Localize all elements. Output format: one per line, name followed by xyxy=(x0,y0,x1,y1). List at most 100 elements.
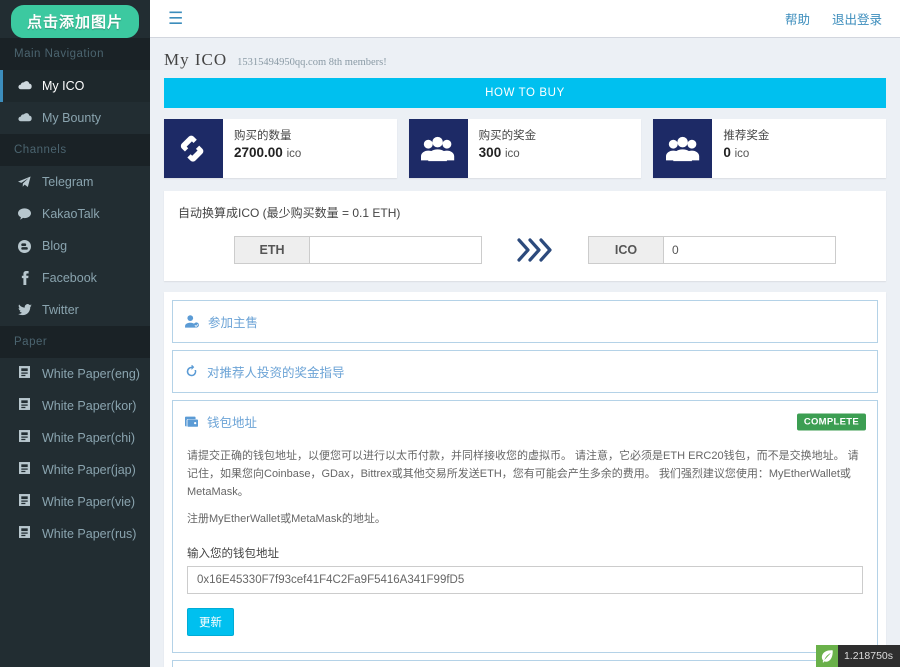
sidebar-item-facebook[interactable]: Facebook xyxy=(0,262,150,294)
page-title: My ICO xyxy=(164,50,228,69)
sidebar-item-kakaotalk[interactable]: KakaoTalk xyxy=(0,198,150,230)
ico-amount-input[interactable] xyxy=(663,236,836,264)
cloud-icon xyxy=(17,78,32,94)
panel-header-referral-bonus-guide[interactable]: 对推荐人投资的奖金指导 xyxy=(173,351,877,392)
sidebar-item-my-ico[interactable]: My ICO xyxy=(0,70,150,102)
panel-deposit-records: 充值记录 xyxy=(172,660,878,667)
sidebar-item-white-paper-kor[interactable]: White Paper(kor) xyxy=(0,390,150,422)
ico-input-group: ICO xyxy=(588,236,836,264)
stat-value: 2700.00 ico xyxy=(234,145,301,162)
users-icon xyxy=(408,119,468,178)
page-subtitle: 15315494950qq.com 8th members! xyxy=(237,57,387,68)
twitter-icon xyxy=(17,304,32,316)
sidebar-item-label: Twitter xyxy=(42,303,79,317)
stat-number: 2700.00 xyxy=(234,145,283,161)
panel-title: 参加主售 xyxy=(208,316,259,330)
users-icon xyxy=(653,119,713,178)
panel-referral-bonus-guide: 对推荐人投资的奖金指导 xyxy=(172,350,878,393)
sidebar-item-white-paper-jap[interactable]: White Paper(jap) xyxy=(0,454,150,486)
stat-card-purchase-bonus: 购买的奖金 300 ico xyxy=(408,119,642,178)
stat-cards: 购买的数量 2700.00 ico 购买的奖金 300 ico 推荐奖金 0 i… xyxy=(164,119,887,178)
stat-card-body: 购买的数量 2700.00 ico xyxy=(223,119,301,178)
app-root: 点击添加图片 Main Navigation My ICO My Bounty … xyxy=(0,0,900,667)
file-icon xyxy=(17,462,32,478)
stat-value: 300 ico xyxy=(479,145,537,162)
blogger-icon xyxy=(17,239,32,253)
sidebar-item-label: Blog xyxy=(42,239,68,253)
logout-link[interactable]: 退出登录 xyxy=(832,9,882,28)
panel-body-wallet-address: 请提交正确的钱包地址，以便您可以进行以太币付款，并同样接收您的虚拟币。 请注意，… xyxy=(173,442,877,652)
wallet-field-label: 输入您的钱包地址 xyxy=(187,548,279,561)
panel-header-join-main-sale[interactable]: 参加主售 xyxy=(173,301,877,342)
converter-title: 自动换算成ICO (最少购买数量 = 0.1 ETH) xyxy=(178,206,401,220)
content: HOW TO BUY 购买的数量 2700.00 ico 购买的奖金 300 i… xyxy=(150,78,900,667)
topbar: ☰ 帮助 退出登录 xyxy=(150,0,900,38)
eth-amount-input[interactable] xyxy=(309,236,482,264)
sidebar-item-label: My ICO xyxy=(42,79,85,93)
sidebar-item-white-paper-vie[interactable]: White Paper(vie) xyxy=(0,486,150,518)
panel-header-deposit-records[interactable]: 充值记录 xyxy=(173,661,877,667)
content-header: My ICO 15315494950qq.com 8th members! xyxy=(150,38,900,78)
status-badge: COMPLETE xyxy=(796,413,866,430)
comment-icon xyxy=(17,208,32,220)
panel-title: 钱包地址 xyxy=(207,416,258,430)
nav-header-channels: Channels xyxy=(0,134,150,166)
stat-label: 购买的奖金 xyxy=(478,130,537,142)
stat-card-body: 推荐奖金 0 ico xyxy=(712,119,769,178)
sidebar-logo[interactable]: 点击添加图片 xyxy=(0,0,150,38)
cloud-icon xyxy=(17,110,32,126)
converter-box: 自动换算成ICO (最少购买数量 = 0.1 ETH) ETH ICO 0 xyxy=(164,190,886,281)
accordion: 参加主售 对推荐人投资的奖金指导 钱包地址 COMPLETE 请提交正确的钱包地… xyxy=(164,292,886,667)
help-link[interactable]: 帮助 xyxy=(785,9,810,28)
nem-logo-icon xyxy=(164,119,223,178)
sidebar-item-label: White Paper(vie) xyxy=(42,495,136,509)
debug-render-time: 1.218750s xyxy=(843,650,893,662)
debugbar[interactable]: 1.218750s xyxy=(815,645,900,667)
wallet-icon xyxy=(185,415,198,428)
sidebar-item-my-bounty[interactable]: My Bounty xyxy=(0,102,150,134)
wallet-address-input[interactable] xyxy=(187,566,863,595)
stat-number: 0 xyxy=(723,145,731,161)
stat-unit: ico xyxy=(286,148,302,161)
menu-toggle-icon[interactable]: ☰ xyxy=(168,10,183,27)
panel-title: 对推荐人投资的奖金指导 xyxy=(207,366,345,380)
sidebar-item-label: White Paper(chi) xyxy=(42,431,136,445)
stat-unit: ico xyxy=(734,148,750,161)
file-icon xyxy=(17,398,32,414)
double-chevron-right-icon xyxy=(482,235,588,265)
stat-value: 0 ico xyxy=(723,145,769,162)
facebook-icon xyxy=(17,271,32,285)
panel-wallet-address: 钱包地址 COMPLETE 请提交正确的钱包地址，以便您可以进行以太币付款，并同… xyxy=(172,400,878,654)
ico-addon-label: ICO xyxy=(588,236,663,264)
stat-label: 购买的数量 xyxy=(234,130,292,142)
stat-number: 300 xyxy=(478,145,502,161)
sidebar-item-white-paper-rus[interactable]: White Paper(rus) xyxy=(0,518,150,550)
sidebar-item-white-paper-eng[interactable]: White Paper(eng) xyxy=(0,358,150,390)
wallet-description-primary: 请提交正确的钱包地址，以便您可以进行以太币付款，并同样接收您的虚拟币。 请注意，… xyxy=(187,450,859,499)
sidebar-item-blog[interactable]: Blog xyxy=(0,230,150,262)
topbar-links: 帮助 退出登录 xyxy=(785,9,882,28)
stat-card-body: 购买的奖金 300 ico xyxy=(468,119,537,178)
sidebar: 点击添加图片 Main Navigation My ICO My Bounty … xyxy=(0,0,150,667)
sidebar-item-label: My Bounty xyxy=(42,111,102,125)
converter-row: ETH ICO xyxy=(178,235,872,265)
file-icon xyxy=(17,430,32,446)
update-button[interactable]: 更新 xyxy=(187,608,234,637)
user-check-icon xyxy=(185,315,199,328)
eth-addon-label: ETH xyxy=(234,236,309,264)
sidebar-item-label: Facebook xyxy=(42,271,97,285)
panel-join-main-sale: 参加主售 xyxy=(172,300,878,343)
sidebar-item-white-paper-chi[interactable]: White Paper(chi) xyxy=(0,422,150,454)
stat-unit: ico xyxy=(504,148,520,161)
laravel-leaf-icon xyxy=(815,645,838,667)
sidebar-item-telegram[interactable]: Telegram xyxy=(0,166,150,198)
main-area: ☰ 帮助 退出登录 My ICO 15315494950qq.com 8th m… xyxy=(150,0,900,667)
sidebar-item-label: KakaoTalk xyxy=(42,207,100,221)
file-icon xyxy=(17,526,32,542)
how-to-buy-button[interactable]: HOW TO BUY xyxy=(164,78,886,108)
nav-header-paper: Paper xyxy=(0,326,150,358)
panel-header-wallet-address[interactable]: 钱包地址 COMPLETE xyxy=(173,401,877,442)
wallet-description-secondary: 注册MyEtherWallet或MetaMask的地址。 xyxy=(187,513,386,526)
sidebar-item-twitter[interactable]: Twitter xyxy=(0,294,150,326)
converter-body: 自动换算成ICO (最少购买数量 = 0.1 ETH) ETH ICO 0 xyxy=(164,191,886,281)
